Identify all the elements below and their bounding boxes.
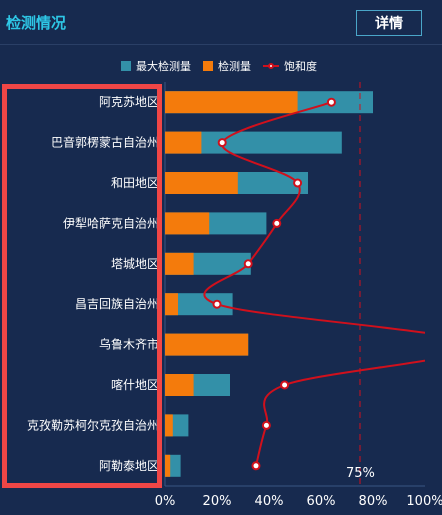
saturation-point bbox=[251, 461, 261, 471]
bar-detect bbox=[165, 374, 194, 396]
x-tick-label: 100% bbox=[406, 494, 442, 509]
saturation-point bbox=[243, 259, 253, 269]
bar-detect bbox=[165, 414, 173, 437]
bar-detect bbox=[165, 333, 249, 356]
bar-detect bbox=[165, 212, 210, 235]
saturation-point bbox=[212, 299, 222, 309]
bar-detect bbox=[165, 172, 238, 194]
x-tick-label: 20% bbox=[203, 494, 232, 509]
saturation-point bbox=[272, 218, 282, 228]
bar-detect bbox=[165, 252, 194, 275]
x-tick-label: 60% bbox=[307, 494, 336, 509]
bar-detect bbox=[165, 293, 178, 316]
saturation-point bbox=[217, 138, 227, 148]
saturation-point bbox=[261, 420, 271, 430]
saturation-point bbox=[293, 178, 303, 188]
bar-detect bbox=[165, 131, 202, 154]
saturation-point bbox=[280, 380, 290, 390]
x-tick-label: 40% bbox=[255, 494, 284, 509]
bar-detect bbox=[165, 91, 298, 114]
saturation-line bbox=[203, 101, 425, 467]
threshold-label: 75% bbox=[346, 466, 375, 481]
bar-detect bbox=[165, 454, 171, 477]
x-tick-label: 80% bbox=[359, 494, 388, 509]
saturation-point bbox=[326, 97, 336, 107]
highlight-frame bbox=[2, 84, 162, 488]
x-tick-label: 0% bbox=[155, 494, 176, 509]
